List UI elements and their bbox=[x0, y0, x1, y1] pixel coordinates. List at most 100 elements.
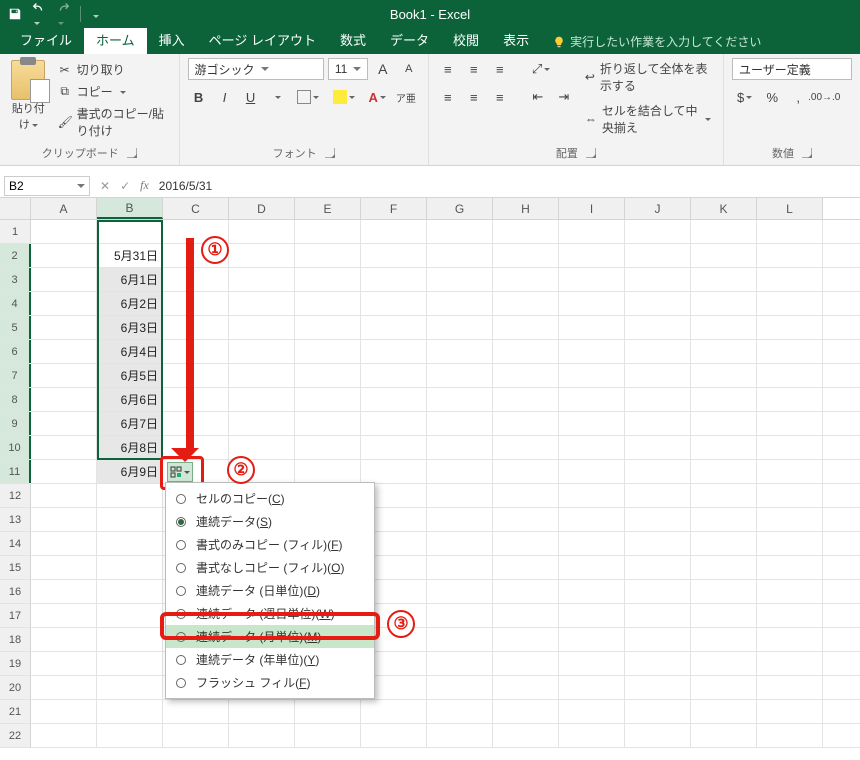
tab-review[interactable]: 校閲 bbox=[441, 25, 491, 54]
cell[interactable] bbox=[625, 700, 691, 723]
cell[interactable] bbox=[493, 364, 559, 387]
row-header[interactable]: 15 bbox=[0, 556, 31, 579]
col-B[interactable]: B bbox=[97, 198, 163, 219]
cell[interactable] bbox=[559, 556, 625, 579]
cell[interactable] bbox=[427, 220, 493, 243]
tab-formulas[interactable]: 数式 bbox=[328, 25, 378, 54]
cell[interactable] bbox=[295, 412, 361, 435]
cell[interactable] bbox=[493, 412, 559, 435]
increase-decimal-icon[interactable]: .00→.0 bbox=[813, 86, 835, 108]
cell[interactable] bbox=[493, 556, 559, 579]
cell[interactable] bbox=[625, 220, 691, 243]
cell[interactable] bbox=[31, 628, 97, 651]
select-all-corner[interactable] bbox=[0, 198, 31, 219]
cell[interactable] bbox=[559, 244, 625, 267]
cell[interactable] bbox=[691, 580, 757, 603]
col-A[interactable]: A bbox=[31, 198, 97, 219]
cell[interactable] bbox=[757, 556, 823, 579]
merge-center-button[interactable]: ⇔セルを結合して中央揃え bbox=[581, 100, 715, 138]
cell[interactable] bbox=[427, 508, 493, 531]
cell[interactable] bbox=[691, 628, 757, 651]
cell[interactable] bbox=[31, 676, 97, 699]
cell[interactable] bbox=[31, 460, 97, 483]
cell[interactable] bbox=[625, 676, 691, 699]
cell[interactable] bbox=[361, 412, 427, 435]
cell[interactable] bbox=[229, 700, 295, 723]
indent-decrease-icon[interactable]: ⇤ bbox=[527, 86, 549, 108]
cell[interactable] bbox=[427, 484, 493, 507]
row-header[interactable]: 18 bbox=[0, 628, 31, 651]
cell[interactable] bbox=[691, 532, 757, 555]
cell[interactable] bbox=[31, 556, 97, 579]
cell[interactable] bbox=[691, 508, 757, 531]
cancel-formula-icon[interactable]: ✕ bbox=[100, 179, 110, 193]
cell[interactable] bbox=[493, 460, 559, 483]
row-header[interactable]: 12 bbox=[0, 484, 31, 507]
cell[interactable] bbox=[361, 268, 427, 291]
row-header[interactable]: 17 bbox=[0, 604, 31, 627]
cell[interactable] bbox=[559, 508, 625, 531]
cell[interactable] bbox=[493, 508, 559, 531]
cell[interactable] bbox=[757, 508, 823, 531]
col-I[interactable]: I bbox=[559, 198, 625, 219]
cell[interactable] bbox=[493, 220, 559, 243]
cell[interactable] bbox=[625, 340, 691, 363]
cell[interactable] bbox=[427, 316, 493, 339]
number-dialog-launcher[interactable] bbox=[802, 148, 812, 158]
underline-button[interactable]: U bbox=[240, 86, 262, 108]
cell[interactable] bbox=[361, 436, 427, 459]
wrap-text-button[interactable]: ↩折り返して全体を表示する bbox=[581, 58, 715, 96]
cell[interactable] bbox=[295, 340, 361, 363]
cell[interactable] bbox=[493, 292, 559, 315]
cell[interactable] bbox=[295, 316, 361, 339]
autofill-menu-item[interactable]: 連続データ (日単位)(D) bbox=[166, 579, 374, 602]
align-top-icon[interactable]: ≡ bbox=[437, 58, 459, 80]
fx-icon[interactable]: fx bbox=[140, 178, 149, 193]
worksheet[interactable]: A B C D E F G H I J K L 125月31日36月1日46月2… bbox=[0, 198, 860, 748]
cell[interactable] bbox=[757, 436, 823, 459]
cell[interactable] bbox=[559, 388, 625, 411]
accounting-format-button[interactable]: $ bbox=[732, 86, 757, 108]
cell[interactable] bbox=[559, 580, 625, 603]
cell[interactable] bbox=[691, 436, 757, 459]
autofill-menu-item[interactable]: セルのコピー(C) bbox=[166, 487, 374, 510]
indent-increase-icon[interactable]: ⇥ bbox=[553, 86, 575, 108]
cell[interactable] bbox=[97, 652, 163, 675]
cell[interactable] bbox=[757, 484, 823, 507]
cell[interactable] bbox=[361, 724, 427, 747]
cell[interactable] bbox=[493, 724, 559, 747]
cell[interactable] bbox=[625, 724, 691, 747]
cell[interactable] bbox=[691, 484, 757, 507]
cell[interactable] bbox=[625, 244, 691, 267]
borders-button[interactable] bbox=[292, 86, 324, 108]
cell[interactable] bbox=[691, 604, 757, 627]
tell-me-box[interactable]: 実行したい作業を入力してください bbox=[547, 29, 767, 54]
cell[interactable] bbox=[691, 268, 757, 291]
autofill-menu-item[interactable]: 書式なしコピー (フィル)(O) bbox=[166, 556, 374, 579]
cell[interactable] bbox=[31, 436, 97, 459]
cell[interactable] bbox=[427, 268, 493, 291]
row-header[interactable]: 2 bbox=[0, 244, 31, 267]
cell[interactable] bbox=[625, 436, 691, 459]
cell[interactable] bbox=[625, 556, 691, 579]
align-bottom-icon[interactable]: ≡ bbox=[489, 58, 511, 80]
cell[interactable] bbox=[163, 700, 229, 723]
cell[interactable] bbox=[757, 700, 823, 723]
cell[interactable] bbox=[757, 292, 823, 315]
cell[interactable]: 6月6日 bbox=[97, 388, 163, 411]
cell[interactable] bbox=[691, 676, 757, 699]
cell[interactable] bbox=[559, 652, 625, 675]
name-box[interactable]: B2 bbox=[4, 176, 90, 196]
tab-insert[interactable]: 挿入 bbox=[147, 25, 197, 54]
align-right-icon[interactable]: ≡ bbox=[489, 86, 511, 108]
cell[interactable] bbox=[295, 724, 361, 747]
cell[interactable] bbox=[493, 700, 559, 723]
cell[interactable] bbox=[31, 484, 97, 507]
cell[interactable] bbox=[757, 580, 823, 603]
cell[interactable] bbox=[31, 316, 97, 339]
cell[interactable] bbox=[97, 676, 163, 699]
cut-button[interactable]: ✂切り取り bbox=[55, 60, 171, 79]
tab-view[interactable]: 表示 bbox=[491, 25, 541, 54]
cell[interactable] bbox=[493, 340, 559, 363]
cell[interactable] bbox=[559, 700, 625, 723]
